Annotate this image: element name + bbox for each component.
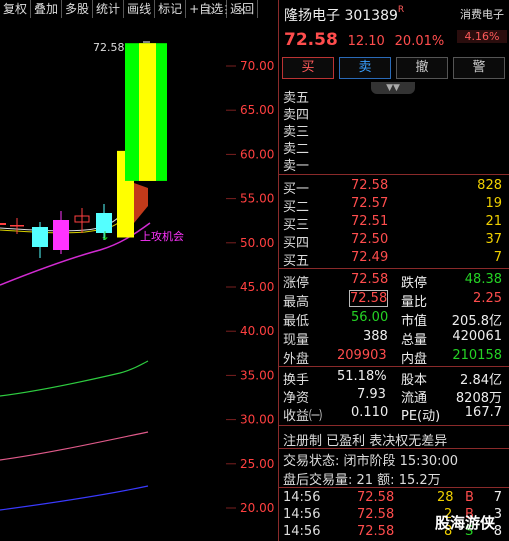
toolbar-statistics[interactable]: 统计 bbox=[93, 0, 125, 18]
stock-code: 301389 bbox=[344, 8, 398, 24]
bid-row[interactable]: 买五 72.49 7 bbox=[279, 250, 509, 269]
y-axis-tick-label: 40.00 bbox=[240, 324, 274, 338]
trade-buttons: 买 卖 撤 警 bbox=[282, 57, 505, 79]
y-axis-labels: 70.00 65.00 60.00 55.00 50.00 45.00 40.00 35.00… bbox=[240, 59, 274, 515]
price-change-pct: 20.01% bbox=[394, 34, 445, 49]
ask-row: 卖一 bbox=[283, 159, 310, 174]
ma-line-pink bbox=[0, 431, 149, 461]
stock-flags: 注册制 已盈利 表决权无差异 bbox=[283, 434, 448, 449]
y-axis-tick-label: 25.00 bbox=[240, 457, 274, 471]
ask-row: 卖二 bbox=[283, 142, 310, 157]
stat-row: 涨停 72.58 跌停 48.38 bbox=[283, 272, 502, 291]
buy-button[interactable]: 买 bbox=[282, 57, 334, 79]
arrow-down-icon: ↓ bbox=[100, 229, 110, 243]
stat-row: 收益㈠ 0.110 PE(动) 167.7 bbox=[283, 405, 502, 424]
stat-row: 换手 51.18% 股本 2.84亿 bbox=[283, 369, 502, 388]
candle-1-shadow-red bbox=[134, 183, 148, 223]
ma-line-blue bbox=[0, 485, 149, 511]
divider bbox=[279, 448, 509, 449]
chart-gridlines bbox=[226, 65, 236, 509]
bid-row[interactable]: 买二 72.57 19 bbox=[279, 196, 509, 215]
watermark: 股海游侠 bbox=[435, 514, 496, 532]
divider bbox=[279, 268, 509, 269]
sector-name[interactable]: 消费电子 bbox=[456, 6, 508, 22]
divider bbox=[279, 174, 509, 175]
more-icon[interactable]: ⋮ bbox=[220, 3, 231, 16]
divider bbox=[279, 425, 509, 426]
tick-row: 14:56 72.58 28 B 7 bbox=[283, 490, 502, 505]
stat-row: 现量 388 总量 420061 bbox=[283, 329, 502, 348]
stock-title: 隆扬电子 301389R bbox=[284, 5, 404, 25]
toolbar-overlay[interactable]: 叠加 bbox=[31, 0, 63, 18]
stat-row: 外盘 209903 内盘 210158 bbox=[283, 348, 502, 367]
after-hours-volume: 盘后交易量: 21 额: 15.2万 bbox=[283, 473, 441, 488]
y-axis-tick-label: 65.00 bbox=[240, 103, 274, 117]
stock-header: 隆扬电子 301389R 消费电子 bbox=[279, 0, 509, 24]
toolbar-restore-rights[interactable]: 复权 bbox=[0, 0, 32, 18]
bid-row[interactable]: 买四 72.50 37 bbox=[279, 232, 509, 251]
current-price: 72.58 bbox=[284, 30, 338, 50]
candle-limit-up-day-2-yellow bbox=[139, 43, 156, 181]
chart-annotation: 上攻机会 bbox=[140, 229, 184, 243]
bid-row[interactable]: 买三 72.51 21 bbox=[279, 214, 509, 233]
bid-row[interactable]: 买一 72.58 828 bbox=[279, 178, 509, 197]
toolbar-multi-stock[interactable]: 多股 bbox=[62, 0, 94, 18]
toolbar-mark[interactable]: 标记 bbox=[155, 0, 187, 18]
kline-chart[interactable]: 72.58 上攻机会 ↓ 70.00 65.00 60.00 55.00 50.00 45… bbox=[0, 18, 278, 541]
stat-row: 最高 72.58 量比 2.25 bbox=[283, 290, 502, 310]
y-axis-tick-label: 55.00 bbox=[240, 192, 274, 206]
ask-row: 卖五 bbox=[283, 91, 310, 106]
divider bbox=[279, 487, 509, 488]
alert-button[interactable]: 警 bbox=[453, 57, 505, 79]
sell-button[interactable]: 卖 bbox=[339, 57, 391, 79]
ma-line-green bbox=[0, 360, 149, 397]
small-candles bbox=[0, 204, 112, 258]
ask-row: 卖四 bbox=[283, 108, 310, 123]
ask-row: 卖三 bbox=[283, 125, 310, 140]
trade-status: 交易状态: 闭市阶段 15:30:00 bbox=[283, 454, 459, 469]
divider bbox=[279, 366, 509, 367]
stock-name: 隆扬电子 bbox=[284, 8, 340, 24]
cancel-order-button[interactable]: 撤 bbox=[396, 57, 448, 79]
y-axis-tick-label: 50.00 bbox=[240, 236, 274, 250]
stat-row: 净资 7.93 流通 8208万 bbox=[283, 387, 502, 406]
y-axis-tick-label: 45.00 bbox=[240, 280, 274, 294]
sector-change-pct: 4.16% bbox=[457, 30, 507, 43]
price-row: 72.58 12.10 20.01% bbox=[284, 30, 444, 50]
y-axis-tick-label: 70.00 bbox=[240, 59, 274, 73]
toolbar-draw-line[interactable]: 画线 bbox=[124, 0, 156, 18]
y-axis-tick-label: 20.00 bbox=[240, 501, 274, 515]
r-mark: R bbox=[397, 5, 405, 15]
stat-row: 最低 56.00 市值 205.8亿 bbox=[283, 310, 502, 329]
diamond-icon[interactable]: ◇ bbox=[206, 3, 214, 16]
y-axis-tick-label: 30.00 bbox=[240, 413, 274, 427]
y-axis-tick-label: 60.00 bbox=[240, 147, 274, 161]
price-change: 12.10 bbox=[347, 34, 385, 49]
high-price-label: 72.58 bbox=[93, 41, 125, 54]
quote-panel: 隆扬电子 301389R 消费电子 72.58 12.10 20.01% 4.1… bbox=[278, 0, 509, 541]
close-icon[interactable]: × bbox=[237, 3, 246, 16]
y-axis-tick-label: 35.00 bbox=[240, 368, 274, 382]
chart-header-icons: ◇ ⋮ × bbox=[206, 0, 247, 18]
